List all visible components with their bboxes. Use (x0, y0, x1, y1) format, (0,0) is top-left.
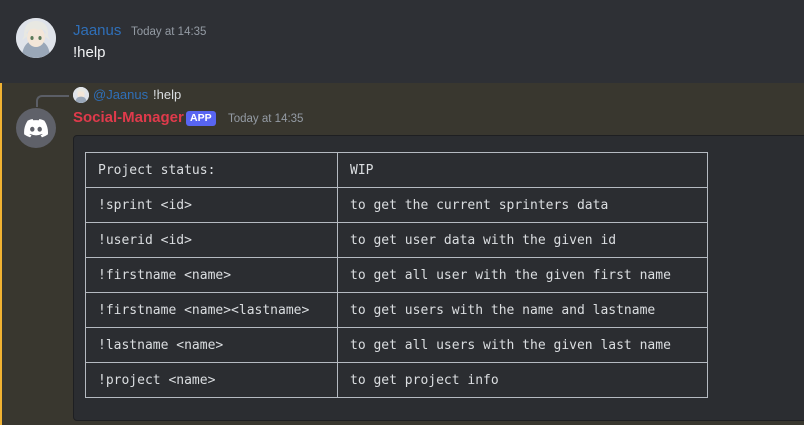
anime-avatar-icon (16, 18, 56, 58)
table-row: !userid <id> to get user data with the g… (85, 222, 708, 258)
table-row: !firstname <name> to get all user with t… (85, 257, 708, 293)
help-table: Project status: WIP !sprint <id> to get … (85, 152, 708, 398)
description-cell: to get project info (337, 362, 708, 398)
anime-avatar-icon (73, 87, 89, 103)
table-row: !firstname <name><lastname> to get users… (85, 292, 708, 328)
description-cell: to get all users with the given last nam… (337, 327, 708, 363)
reply-avatar[interactable] (73, 87, 89, 103)
table-row: !project <name> to get project info (85, 362, 708, 398)
reply-mention[interactable]: @Jaanus (93, 87, 148, 102)
user-avatar[interactable] (16, 18, 56, 58)
bot-username[interactable]: Social-Manager (73, 109, 184, 126)
command-cell: !userid <id> (85, 222, 338, 258)
message-jaanus: Jaanus Today at 14:35 !help (0, 0, 804, 83)
description-cell: to get the current sprinters data (337, 187, 708, 223)
command-cell: !firstname <name> (85, 257, 338, 293)
app-badge: APP (186, 111, 216, 126)
message-username[interactable]: Jaanus (73, 22, 121, 39)
command-cell: !sprint <id> (85, 187, 338, 223)
table-row: !lastname <name> to get all users with t… (85, 327, 708, 363)
table-row: Project status: WIP (85, 152, 708, 188)
description-cell: to get all user with the given first nam… (337, 257, 708, 293)
command-cell: !firstname <name><lastname> (85, 292, 338, 328)
bot-timestamp[interactable]: Today at 14:35 (228, 113, 303, 125)
message-social-manager: @Jaanus !help Social-Manager APP Today a… (0, 83, 804, 425)
message-content: !help (73, 44, 106, 61)
message-timestamp[interactable]: Today at 14:35 (131, 26, 206, 38)
code-block[interactable]: Project status: WIP !sprint <id> to get … (73, 135, 804, 421)
description-cell: to get user data with the given id (337, 222, 708, 258)
reply-content[interactable]: !help (153, 87, 181, 102)
command-cell: Project status: (85, 152, 338, 188)
discord-logo-icon (24, 118, 48, 137)
reply-spine (36, 95, 69, 107)
bot-avatar[interactable] (16, 108, 56, 148)
table-row: !sprint <id> to get the current sprinter… (85, 187, 708, 223)
mention-highlight-bar (0, 83, 2, 425)
description-cell: to get users with the name and lastname (337, 292, 708, 328)
command-cell: !lastname <name> (85, 327, 338, 363)
description-cell: WIP (337, 152, 708, 188)
command-cell: !project <name> (85, 362, 338, 398)
